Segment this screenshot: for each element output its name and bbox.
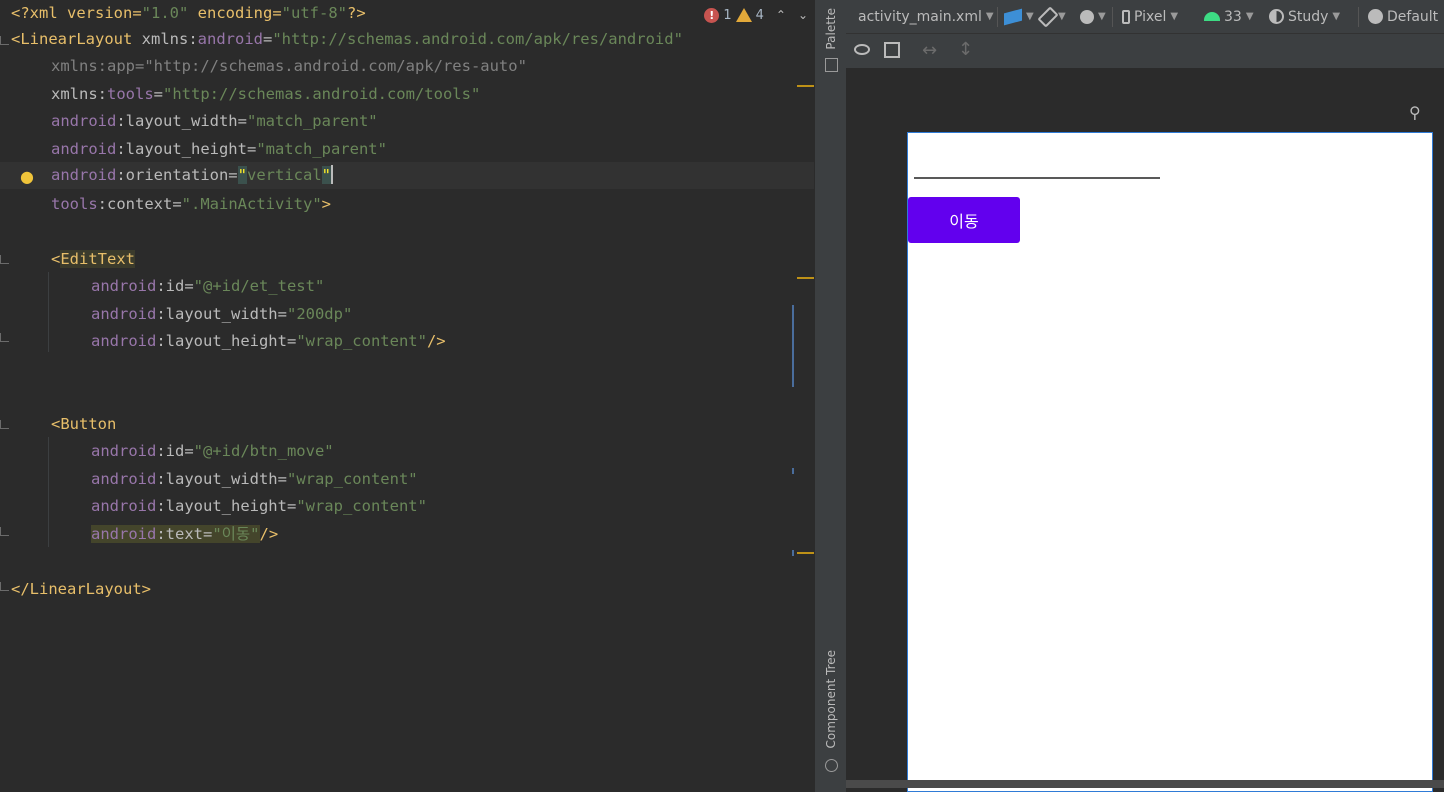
move-button-label: 이동 [949,212,979,231]
tool-window-strip: Palette Component Tree [814,0,847,792]
chevron-down-icon: ▼ [1245,11,1254,22]
night-mode-icon [1080,9,1094,24]
code-line-17: android:id="@+id/btn_move" [91,442,334,460]
code-line-6: android:layout_height="match_parent" [51,140,387,158]
layers-icon [1004,8,1022,25]
palette-icon[interactable] [825,58,838,72]
move-button-preview[interactable]: 이동 [908,197,1020,243]
code-line-7: ● android:orientation="vertical" [0,162,814,189]
code-line-8: tools:context=".MainActivity"> [51,195,331,213]
chevron-down-icon: ▼ [1098,11,1106,22]
text-caret [331,165,333,184]
api-level-label: 33 [1224,8,1242,25]
rotate-icon [1037,5,1059,28]
code-line-19: android:layout_height="wrap_content" [91,497,427,515]
theme-selector[interactable]: Study ▼ [1269,0,1340,33]
locale-selector[interactable]: Default [1368,0,1438,33]
chevron-down-icon: ▼ [1058,11,1066,22]
change-stripe[interactable] [792,550,794,556]
designer-toolbar: activity_main.xml ▼ ▼ ▼ ▼ Pixel ▼ 33 ▼ S… [846,0,1444,34]
code-line-13: android:layout_height="wrap_content"/> [91,332,446,350]
phone-icon [1122,9,1130,24]
design-canvas[interactable]: ⚲ 이동 [846,69,1444,792]
theme-label: Study [1288,8,1329,25]
locale-label: Default [1387,8,1439,25]
toolbar-divider [1358,7,1359,27]
code-editor[interactable]: ! 1 4 ⌃ ⌄ <?xml version="1.0" encoding="… [0,0,814,792]
blueprint-icon[interactable] [884,42,900,58]
warning-stripe[interactable] [797,85,814,87]
warning-stripe[interactable] [797,552,814,554]
device-label: Pixel [1134,8,1167,25]
lightbulb-icon[interactable]: ● [20,163,34,190]
device-selector[interactable]: Pixel ▼ [1122,0,1178,33]
warning-stripe[interactable] [797,277,814,279]
theme-icon [1269,9,1284,24]
file-label: activity_main.xml [858,8,982,25]
change-stripe[interactable] [792,468,794,474]
device-preview[interactable]: 이동 [907,132,1433,792]
chevron-down-icon: ▼ [1332,11,1341,22]
file-selector[interactable]: activity_main.xml ▼ [858,0,994,33]
horizontal-scrollbar[interactable] [846,780,1444,788]
eye-icon[interactable] [854,44,870,55]
api-level-selector[interactable]: 33 ▼ [1204,0,1254,33]
orientation-button[interactable]: ▼ [1037,0,1066,33]
toolbar-divider [1112,7,1113,27]
layout-designer: activity_main.xml ▼ ▼ ▼ ▼ Pixel ▼ 33 ▼ S… [846,0,1444,792]
code-line-3: xmlns:app="http://schemas.android.com/ap… [51,57,527,75]
code-line-2: <LinearLayout xmlns:android="http://sche… [11,30,683,48]
code-line-4: xmlns:tools="http://schemas.android.com/… [51,85,481,103]
design-surface-button[interactable]: ▼ [1004,0,1034,33]
edittext-preview[interactable] [914,177,1160,179]
code-line-16: <Button [51,415,117,433]
palette-tab[interactable]: Palette [824,8,838,50]
android-icon [1204,12,1220,21]
chevron-down-icon: ▼ [985,11,994,22]
code-line-18: android:layout_width="wrap_content" [91,470,418,488]
view-options-toolbar: ↔ ↕ [846,34,1444,69]
toolbar-divider [997,7,998,27]
code-line-20: android:text="이동"/> [91,525,279,543]
night-mode-button[interactable]: ▼ [1080,0,1106,33]
globe-icon [1368,9,1383,24]
horizontal-resize-icon[interactable]: ↔ [922,40,937,61]
code-line-5: android:layout_width="match_parent" [51,112,378,130]
code-line-10: <EditText [51,250,135,268]
globe-icon[interactable] [825,759,838,772]
code-line-1: <?xml version="1.0" encoding="utf-8"?> [11,4,366,22]
vertical-resize-icon[interactable]: ↕ [958,39,973,60]
code-line-12: android:layout_width="200dp" [91,305,353,323]
code-line-22: </LinearLayout> [11,580,151,598]
chevron-down-icon: ▼ [1026,11,1034,22]
wrench-icon[interactable]: ⚲ [1409,103,1421,122]
chevron-down-icon: ▼ [1170,11,1179,22]
code-line-11: android:id="@+id/et_test" [91,277,325,295]
change-stripe[interactable] [792,305,794,387]
component-tree-tab[interactable]: Component Tree [824,650,838,748]
